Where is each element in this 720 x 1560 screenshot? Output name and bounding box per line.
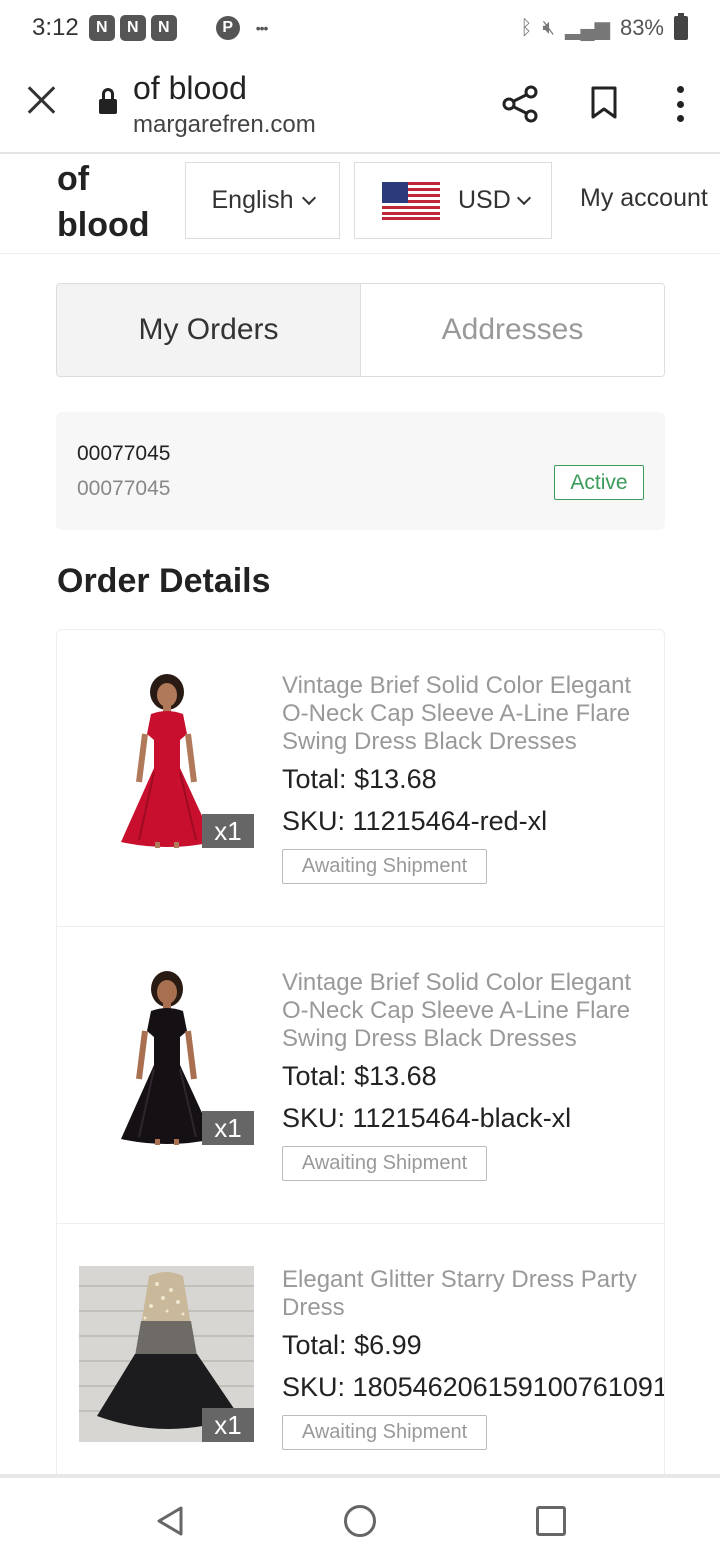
page-domain[interactable]: margarefren.com [133,111,316,139]
order-item[interactable]: x1 Elegant Glitter Starry Dress Party Dr… [57,1224,664,1475]
product-image[interactable]: x1 [79,969,254,1145]
tab-my-orders[interactable]: My Orders [57,284,361,376]
back-icon[interactable] [155,1505,185,1537]
us-flag-icon [382,181,440,220]
quantity-badge: x1 [202,1408,254,1442]
item-total: Total: $13.68 [282,764,437,795]
more-notifications-icon: ••• [255,20,269,36]
product-name[interactable]: Vintage Brief Solid Color Elegant O-Neck… [282,969,647,1053]
status-badge: Active [554,465,644,500]
mute-icon: 🔇︎ [542,16,556,39]
notification-app-icon: N [88,15,115,41]
battery-icon [674,13,688,40]
system-nav-bar [0,1474,720,1560]
status-time: 3:12 [32,14,79,41]
item-sku: SKU: 11215464-black-xl [282,1103,571,1134]
account-tabs: My Orders Addresses [56,283,665,377]
notification-app-icon: N [119,15,146,41]
order-summary-card[interactable]: 00077045 00077045 Active [56,412,665,530]
sku-label: SKU: [282,1103,346,1133]
lock-icon[interactable] [99,88,117,114]
shipment-status-badge: Awaiting Shipment [282,849,487,884]
pinterest-icon: P [215,16,240,40]
notification-app-icon: N [150,15,177,41]
sku-label: SKU: [282,806,346,836]
total-label: Total: [282,1061,347,1091]
store-logo[interactable]: of blood [57,156,177,248]
product-name[interactable]: Elegant Glitter Starry Dress Party Dress [282,1266,647,1322]
order-items-list: x1 Vintage Brief Solid Color Elegant O-N… [56,629,665,1475]
item-total: Total: $6.99 [282,1330,422,1361]
my-account-link[interactable]: My account [580,184,708,213]
chevron-down-icon [516,190,531,205]
store-header: of blood English USD My account [0,154,720,254]
shipment-status-badge: Awaiting Shipment [282,1415,487,1450]
order-details-title: Order Details [57,562,271,600]
item-sku: SKU: 11215464-red-xl [282,806,547,837]
bluetooth-icon: ᛒ [520,16,533,39]
tab-addresses[interactable]: Addresses [361,284,664,376]
total-value: $13.68 [354,764,437,794]
product-image[interactable]: x1 [79,1266,254,1442]
total-value: $6.99 [354,1330,422,1360]
share-icon[interactable] [500,84,540,124]
product-image[interactable]: x1 [79,672,254,848]
sku-value: 18054620615910076109161 [352,1372,665,1402]
home-icon[interactable] [344,1505,376,1537]
item-sku: SKU: 18054620615910076109161 [282,1372,665,1403]
signal-icon: ▂▄▆ [565,17,610,40]
page-title[interactable]: of blood [133,70,247,107]
currency-select[interactable]: USD [354,162,552,239]
item-total: Total: $13.68 [282,1061,437,1092]
language-select[interactable]: English [185,162,340,239]
browser-toolbar: of blood margarefren.com [0,56,720,154]
total-label: Total: [282,764,347,794]
sku-value: 11215464-black-xl [352,1103,572,1133]
total-value: $13.68 [354,1061,437,1091]
bookmark-icon[interactable] [590,86,618,120]
order-sub-number: 00077045 [77,477,171,500]
more-vert-icon[interactable] [666,86,694,122]
status-bar: 3:12 N N N P ••• ᛒ 🔇︎ ▂▄▆ 83% [0,0,720,56]
quantity-badge: x1 [202,814,254,848]
language-value: English [211,186,294,214]
shipment-status-badge: Awaiting Shipment [282,1146,487,1181]
chevron-down-icon [301,190,316,205]
product-name[interactable]: Vintage Brief Solid Color Elegant O-Neck… [282,672,647,756]
sku-label: SKU: [282,1372,346,1402]
order-number: 00077045 [77,442,171,465]
order-item[interactable]: x1 Vintage Brief Solid Color Elegant O-N… [57,630,664,927]
recent-apps-icon[interactable] [536,1506,566,1536]
battery-percent: 83% [619,15,664,40]
currency-value: USD [458,186,511,214]
sku-value: 11215464-red-xl [352,806,548,836]
total-label: Total: [282,1330,347,1360]
close-icon[interactable] [26,84,58,116]
quantity-badge: x1 [202,1111,254,1145]
order-item[interactable]: x1 Vintage Brief Solid Color Elegant O-N… [57,927,664,1224]
